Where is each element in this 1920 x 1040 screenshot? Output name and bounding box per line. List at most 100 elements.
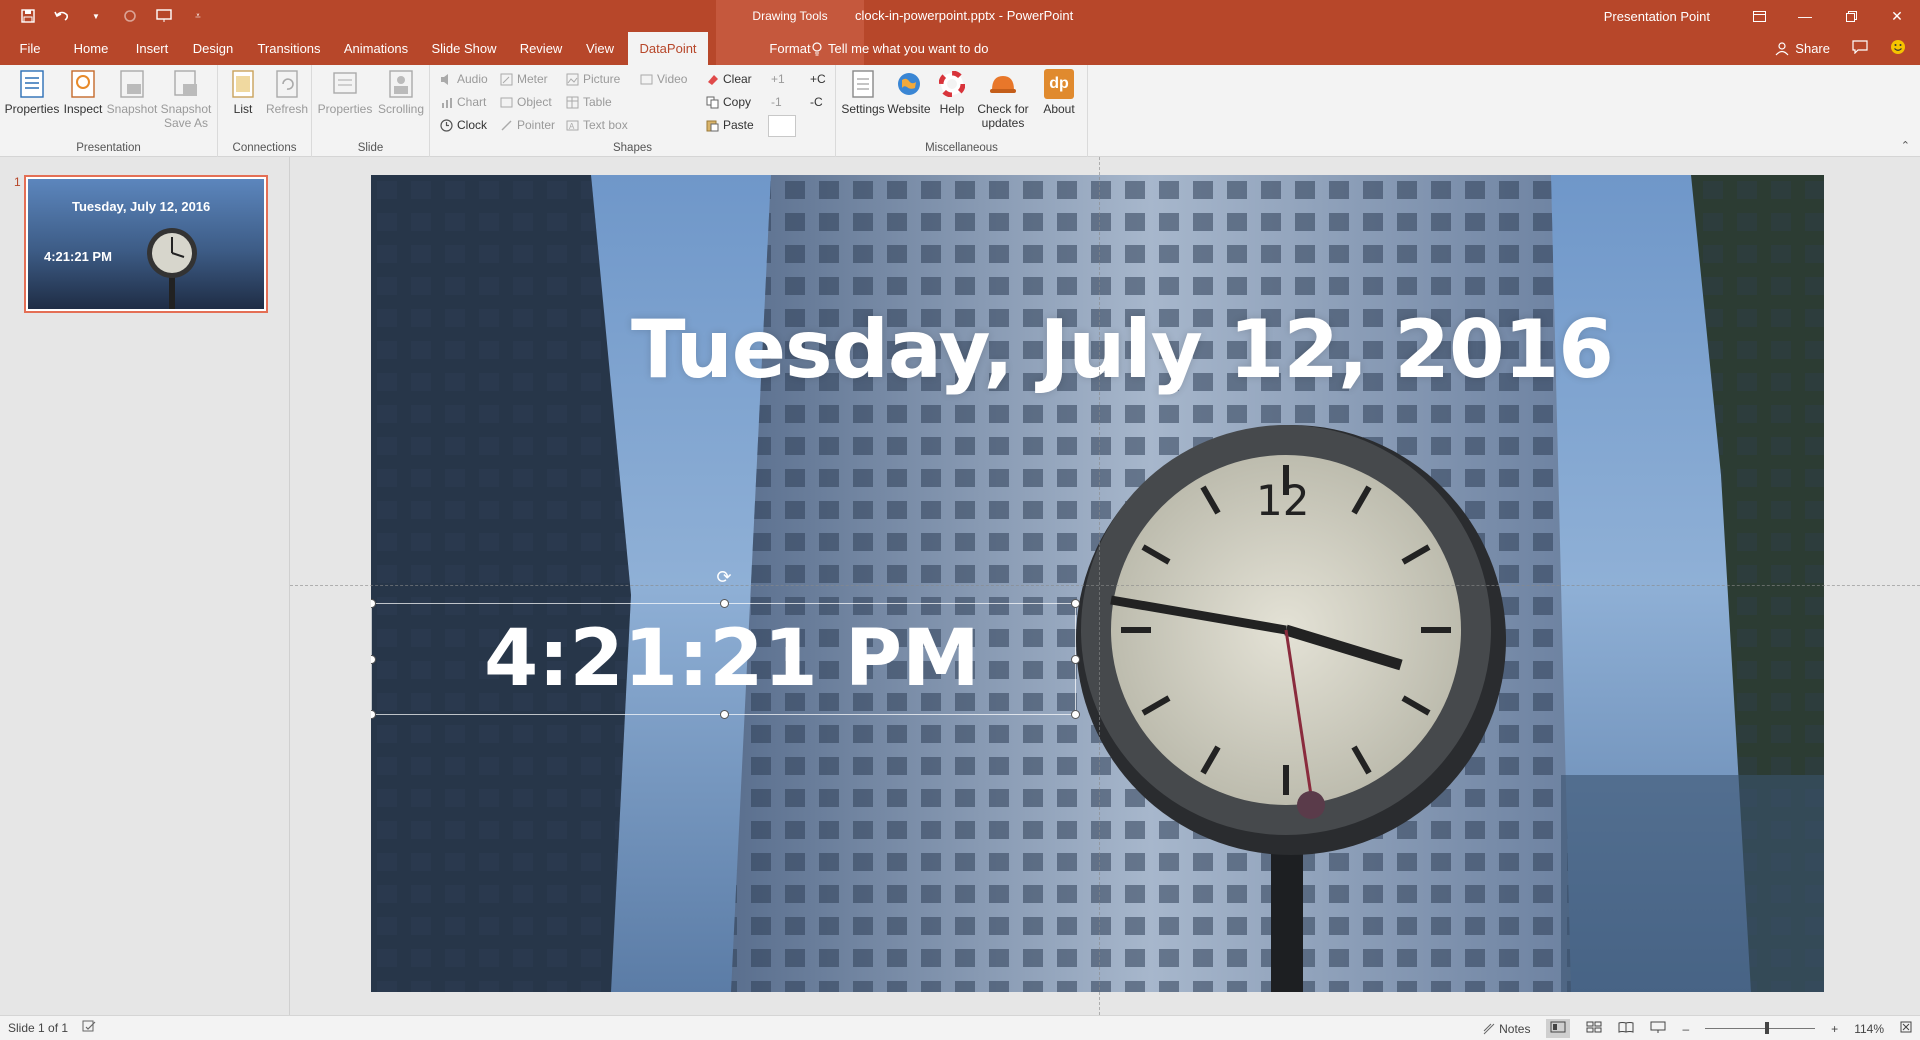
chart-button[interactable]: Chart [440, 93, 486, 111]
slide-sorter-icon[interactable] [1586, 1021, 1602, 1036]
ribbon-display-options-button[interactable] [1736, 0, 1782, 32]
inspect-label: Inspect [63, 102, 103, 116]
tab-design[interactable]: Design [192, 32, 234, 65]
website-button[interactable]: Website [886, 69, 932, 116]
collapse-ribbon-button[interactable]: ⌃ [1901, 139, 1910, 152]
check-for-updates-button[interactable]: Check for updates [972, 69, 1034, 130]
table-button[interactable]: Table [566, 93, 612, 111]
about-button[interactable]: dp About [1036, 69, 1082, 116]
copy-label: Copy [723, 95, 752, 109]
slide-canvas[interactable]: 12 Tuesday, July 12, 2016 ⟳ 4:21:21 PM [371, 175, 1824, 992]
redo-button[interactable] [120, 6, 140, 26]
save-button[interactable] [18, 6, 38, 26]
tab-insert[interactable]: Insert [134, 32, 170, 65]
minimize-button[interactable]: — [1782, 0, 1828, 32]
resize-handle-n[interactable] [720, 599, 729, 608]
textbox-button[interactable]: A Text box [566, 116, 628, 134]
resize-handle-s[interactable] [720, 710, 729, 719]
zoom-out-button[interactable]: – [1682, 1022, 1689, 1036]
tab-datapoint[interactable]: DataPoint [628, 32, 708, 65]
smiley-feedback-icon[interactable] [1890, 39, 1906, 58]
pointer-label: Pointer [517, 118, 556, 132]
increase-c-button[interactable]: +C [810, 70, 826, 88]
resize-handle-e[interactable] [1071, 655, 1080, 664]
undo-button[interactable] [52, 6, 72, 26]
notes-button[interactable]: Notes [1483, 1022, 1530, 1036]
video-button[interactable]: Video [640, 70, 687, 88]
list-button[interactable]: List [224, 69, 262, 116]
clear-button[interactable]: Clear [706, 70, 752, 88]
undo-dropdown[interactable]: ▼ [86, 6, 106, 26]
list-label: List [233, 102, 253, 116]
clock-button[interactable]: Clock [440, 116, 487, 134]
resize-handle-nw[interactable] [371, 599, 376, 608]
slide-properties-button[interactable]: Properties [316, 69, 374, 116]
help-button[interactable]: Help [932, 69, 972, 116]
list-icon [228, 69, 258, 99]
slideshow-view-icon[interactable] [1650, 1021, 1666, 1036]
fit-slide-icon[interactable] [1900, 1021, 1912, 1036]
comments-icon[interactable] [1852, 40, 1868, 57]
context-tab-group: Drawing Tools [716, 0, 864, 32]
slide-thumbnail-pane: 1 Tuesday, July 12, 2016 4:21:21 PM [0, 157, 290, 1015]
inspect-icon [68, 69, 98, 99]
object-button[interactable]: Object [500, 93, 552, 111]
object-icon [500, 96, 513, 109]
spelling-check-icon[interactable] [82, 1020, 96, 1035]
close-button[interactable]: ✕ [1874, 0, 1920, 32]
hardhat-icon [988, 69, 1018, 99]
slide-date-text[interactable]: Tuesday, July 12, 2016 [631, 303, 1614, 396]
customize-qat-button[interactable]: ⩡ [188, 6, 208, 26]
meter-button[interactable]: Meter [500, 70, 548, 88]
paste-button[interactable]: Paste [706, 116, 754, 134]
start-from-beginning-button[interactable] [154, 6, 174, 26]
dp-logo-icon: dp [1044, 69, 1074, 99]
tab-home[interactable]: Home [70, 32, 112, 65]
presentation-properties-button[interactable]: Properties [5, 69, 59, 116]
website-label: Website [887, 102, 931, 116]
resize-handle-w[interactable] [371, 655, 376, 664]
user-name[interactable]: Presentation Point [1604, 9, 1710, 24]
snapshot-button[interactable]: Snapshot [106, 69, 158, 116]
zoom-slider[interactable] [1705, 1022, 1816, 1034]
normal-view-icon[interactable] [1546, 1019, 1571, 1038]
settings-button[interactable]: Settings [840, 69, 886, 116]
slide-thumbnail[interactable]: Tuesday, July 12, 2016 4:21:21 PM [24, 175, 268, 313]
tell-me-search[interactable]: Tell me what you want to do [812, 32, 988, 65]
save-icon [21, 9, 35, 23]
snapshot-save-as-button[interactable]: Snapshot Save As [158, 69, 214, 130]
notes-label: Notes [1499, 1021, 1531, 1036]
decrease-c-button[interactable]: -C [810, 93, 823, 111]
scrolling-button[interactable]: Scrolling [376, 69, 426, 116]
slide-time-text[interactable]: 4:21:21 PM [484, 614, 980, 704]
time-textbox-selected[interactable]: ⟳ 4:21:21 PM [371, 567, 1080, 719]
tab-slide-show[interactable]: Slide Show [430, 32, 498, 65]
tab-view[interactable]: View [582, 32, 618, 65]
clock-numeral: 12 [1256, 476, 1309, 525]
picture-button[interactable]: Picture [566, 70, 620, 88]
tab-transitions[interactable]: Transitions [256, 32, 322, 65]
audio-button[interactable]: Audio [440, 70, 488, 88]
pointer-button[interactable]: Pointer [500, 116, 555, 134]
reading-view-icon[interactable] [1618, 1021, 1634, 1036]
restore-button[interactable] [1828, 0, 1874, 32]
title-bar: ▼ ⩡ Drawing Tools clock-in-powerpoint.pp… [0, 0, 1920, 32]
copy-button[interactable]: Copy [706, 93, 751, 111]
thumbnail-clock-image [147, 228, 197, 309]
tab-review[interactable]: Review [518, 32, 564, 65]
pointer-icon [500, 119, 513, 132]
tab-file[interactable]: File [14, 32, 46, 65]
zoom-level[interactable]: 114% [1854, 1022, 1884, 1036]
inspect-button[interactable]: Inspect [62, 69, 104, 116]
refresh-button[interactable]: Refresh [264, 69, 310, 116]
zoom-slider-thumb[interactable] [1765, 1022, 1770, 1034]
share-button[interactable]: Share [1775, 41, 1830, 56]
increase-button[interactable]: +1 [771, 70, 785, 88]
resize-handle-ne[interactable] [1071, 599, 1080, 608]
value-input[interactable] [768, 115, 796, 137]
tab-animations[interactable]: Animations [342, 32, 410, 65]
zoom-in-button[interactable]: + [1831, 1022, 1838, 1036]
check-updates-label-2: updates [981, 116, 1025, 130]
resize-handle-se[interactable] [1071, 710, 1080, 719]
decrease-button[interactable]: -1 [771, 93, 782, 111]
